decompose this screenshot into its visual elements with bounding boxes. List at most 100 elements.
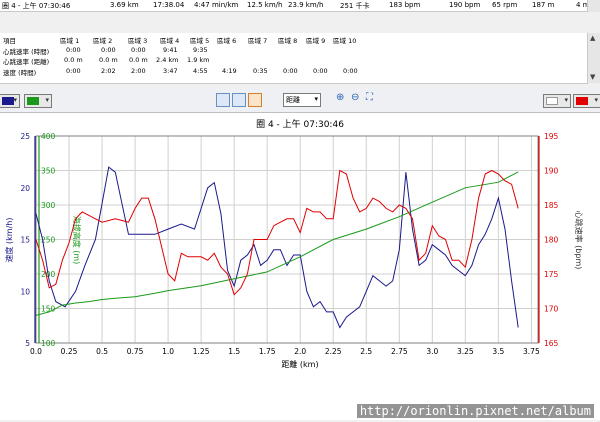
chart-toolbar: ▾ ▾ 距離 ▾ ⊕ ⊖ ⛶ ▾ ▾ — [0, 88, 600, 113]
lap-time: 17:38.04 — [153, 1, 185, 9]
zone-table: 項目 區域 1 區域 2 區域 3 區域 4 區域 5 區域 6 區域 7 區域… — [0, 33, 588, 84]
zone-cell: 0:00 — [66, 46, 81, 54]
speed-tick-label: 25 — [20, 132, 30, 141]
heart-rate-color-button[interactable]: ▾ — [573, 94, 600, 108]
lap-max-speed: 23.9 km/h — [288, 1, 324, 9]
x-tick-label: 3.0 — [426, 347, 438, 356]
secondary-color-swatch — [546, 97, 558, 105]
x-tick-label: 0.0 — [30, 347, 42, 356]
lap-calories: 251 千卡 — [340, 2, 370, 10]
lap-avg-hr: 183 bpm — [389, 1, 421, 9]
zone-header: 區域 6 — [217, 37, 237, 45]
zone-cell: 0:00 — [101, 46, 116, 54]
zone-header: 區域 5 — [190, 37, 210, 45]
x-tick-label: 1.75 — [259, 347, 276, 356]
x-axis-label: 距離 (km) — [281, 359, 318, 369]
elevation-color-button[interactable]: ▾ — [24, 94, 52, 108]
chart-line-icon[interactable] — [248, 93, 262, 107]
zone-cell: 9:41 — [163, 46, 178, 54]
zone-cell: 4:19 — [222, 67, 237, 75]
zone-row-label: 心跳速率 (距離) — [3, 58, 50, 66]
zone-header: 區域 3 — [128, 37, 148, 45]
heart-rate-tick-label: 180 — [544, 236, 559, 245]
lap-ascent: 187 m — [532, 1, 555, 9]
zone-header: 區域 9 — [306, 37, 326, 45]
zone-cell: 4:55 — [193, 67, 208, 75]
speed-color-button[interactable]: ▾ — [0, 94, 20, 108]
chart-fill-icon[interactable] — [232, 93, 246, 107]
zone-cell: 0:00 — [343, 67, 358, 75]
x-tick-label: 2.0 — [294, 347, 306, 356]
zone-header: 區域 1 — [60, 37, 80, 45]
elevation-color-swatch — [27, 97, 39, 105]
chevron-down-icon: ▾ — [564, 96, 568, 104]
elevation-axis-label: 海拔高度 (m) — [72, 216, 82, 265]
zone-header: 區域 8 — [278, 37, 298, 45]
zone-cell: 9:35 — [193, 46, 208, 54]
x-tick-label: 3.75 — [523, 347, 540, 356]
zone-header-label: 項目 — [3, 37, 16, 45]
x-tick-label: 1.25 — [193, 347, 210, 356]
zone-cell: 0:00 — [283, 67, 298, 75]
lap-cadence: 65 rpm — [492, 1, 518, 9]
heart-rate-tick-label: 185 — [544, 201, 559, 210]
zone-header: 區域 2 — [93, 37, 113, 45]
scroll-down-icon[interactable]: ▼ — [590, 73, 595, 81]
lap-scrollbar[interactable] — [587, 0, 600, 12]
lap-label: 圈 4 - 上午 07:30:46 — [2, 2, 71, 10]
elevation-tick-label: 400 — [41, 132, 56, 141]
speed-tick-label: 20 — [20, 184, 30, 193]
elevation-series-line — [35, 171, 519, 316]
zone-header: 區域 4 — [160, 37, 180, 45]
scroll-up-icon[interactable]: ▲ — [590, 34, 595, 42]
zone-cell: 1.9 km — [187, 56, 210, 64]
zone-scrollbar[interactable]: ▲ ▼ — [587, 33, 600, 83]
heart-rate-axis-label: 心跳速率 (bpm) — [574, 211, 584, 270]
x-tick-label: 2.5 — [360, 347, 372, 356]
heart-rate-tick-label: 170 — [544, 305, 559, 314]
zone-cell: 0:35 — [253, 67, 268, 75]
zone-header: 區域 7 — [248, 37, 268, 45]
x-tick-label: 0.25 — [61, 347, 78, 356]
zone-cell: 2:02 — [101, 67, 116, 75]
heart-rate-series-line — [35, 169, 519, 296]
elevation-tick-label: 100 — [41, 339, 56, 348]
lap-pace: 4:47 min/km — [194, 1, 239, 9]
zone-cell: 0:00 — [313, 67, 328, 75]
zoom-out-icon[interactable]: ⊖ — [351, 92, 359, 103]
secondary-color-button[interactable]: ▾ — [543, 94, 571, 108]
x-tick-label: 1.5 — [228, 347, 240, 356]
speed-axis-label: 速度 (km/h) — [4, 218, 14, 263]
watermark: http://orionlin.pixnet.net/album — [356, 404, 594, 418]
elevation-tick-label: 350 — [41, 167, 56, 176]
zone-cell: 0.0 m — [99, 56, 118, 64]
x-tick-label: 3.25 — [457, 347, 474, 356]
zone-row-label: 心跳速率 (時間) — [3, 48, 50, 56]
speed-color-swatch — [2, 97, 14, 105]
x-tick-label: 1.0 — [162, 347, 174, 356]
chevron-down-icon: ▾ — [594, 96, 598, 104]
zone-cell: 0.0 m — [64, 56, 83, 64]
chart-grid-icon[interactable] — [216, 93, 230, 107]
x-axis-select[interactable]: 距離 ▾ — [283, 93, 321, 107]
lap-max-hr: 190 bpm — [449, 1, 481, 9]
zone-cell: 0:00 — [131, 46, 146, 54]
chart-title: 圈 4 - 上午 07:30:46 — [256, 118, 344, 130]
lap-chart[interactable]: 圈 4 - 上午 07:30:46 0.0 0.25 0.5 0.75 1.0 1.25 1.… — [0, 113, 600, 420]
speed-tick-label: 5 — [25, 339, 30, 348]
chevron-down-icon: ▾ — [13, 96, 17, 104]
zoom-fit-icon[interactable]: ⛶ — [366, 92, 373, 103]
heart-rate-tick-label: 175 — [544, 270, 559, 279]
chevron-down-icon: ▾ — [45, 96, 49, 104]
lap-summary-row[interactable]: 圈 4 - 上午 07:30:46 3.69 km 17:38.04 4:47 … — [0, 0, 588, 12]
elevation-tick-label: 300 — [41, 201, 56, 210]
x-tick-label: 2.75 — [391, 347, 408, 356]
zoom-in-icon[interactable]: ⊕ — [336, 92, 344, 103]
chart-panel[interactable]: 圈 4 - 上午 07:30:46 0.0 0.25 0.5 0.75 1.0 1.25 1.… — [0, 113, 600, 420]
speed-tick-label: 10 — [20, 287, 30, 296]
speed-tick-label: 15 — [20, 236, 30, 245]
zone-cell: 2.4 km — [156, 56, 179, 64]
x-tick-label: 0.5 — [96, 347, 108, 356]
x-tick-label: 0.75 — [127, 347, 144, 356]
x-tick-label: 2.25 — [325, 347, 342, 356]
